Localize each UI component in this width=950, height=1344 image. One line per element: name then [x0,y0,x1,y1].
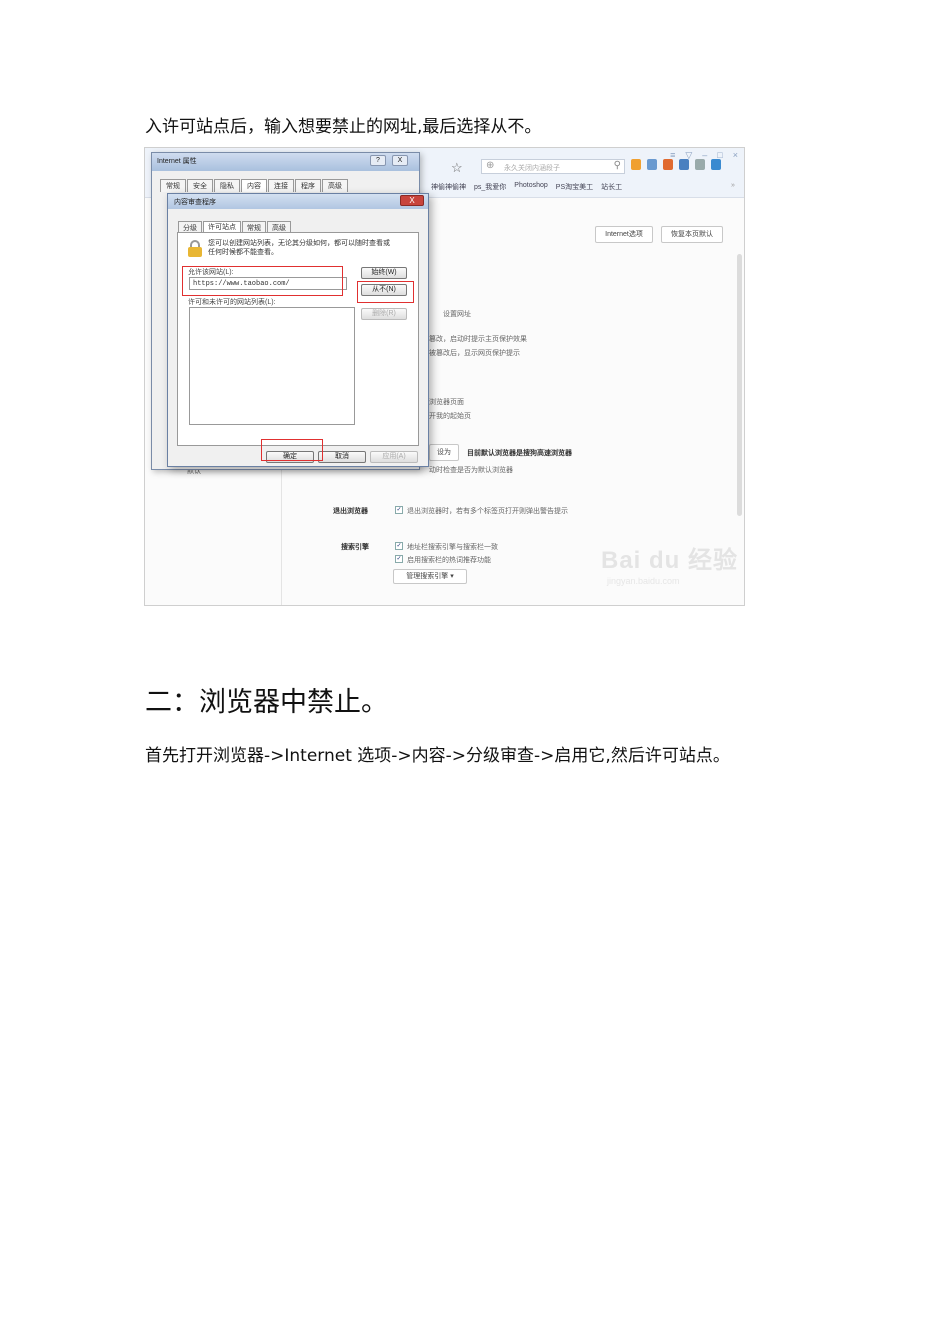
startup-text: 浏览器页面 [429,399,464,406]
manage-search-button[interactable]: 管理搜索引擎 ▾ [393,569,467,584]
exit-warning-checkbox[interactable]: ✓ [395,506,403,514]
always-button[interactable]: 始终(W) [361,267,407,279]
bookmark-item[interactable]: 站长工 [601,182,622,192]
highlight-never-button [357,281,414,303]
exit-browser-label: 退出浏览器 [333,508,368,515]
search-engine-icon: ⊕ [486,160,495,171]
internet-options-titlebar: Internet 属性 ? X [152,153,419,171]
restore-home-button[interactable]: 恢复本页默认 [661,226,723,243]
search-icon[interactable]: ⚲ [614,160,621,171]
baidu-watermark: Bai du 经验 [601,547,739,574]
close-icon[interactable]: × [733,150,738,161]
section-heading: 二：浏览器中禁止。 [145,687,388,718]
content-advisor-titlebar: 内容审查程序 [168,194,428,209]
lock-icon [186,239,204,257]
bookmarks-bar: 神偷神偷神 ps_我爱你 Photoshop PS淘宝美工 站长工 [431,182,622,192]
manage-search-label: 管理搜索引擎 [406,573,449,580]
favorite-star-icon[interactable]: ☆ [451,160,463,176]
approved-sites-panel: 您可以创建网站列表，无论其分级如何，都可以随时查看或 任何时候都不能查看。 允许… [177,232,419,446]
description-line: 任何时候都不能查看。 [208,249,278,256]
highlight-site-input [182,266,343,296]
help-button[interactable]: ? [370,155,386,166]
internet-options-tabs: 常规 安全 隐私 内容 连接 程序 高级 [160,179,349,192]
instruction-paragraph: 首先打开浏览器->Internet 选项->内容->分级审查->启用它,然后许可… [145,746,730,766]
hotword-checkbox[interactable]: ✓ [395,555,403,563]
content-advisor-dialog: 内容审查程序 X 分级 许可站点 常规 高级 您可以创建网站列表，无论其分级如何… [167,193,429,467]
tab-content[interactable]: 内容 [241,179,267,192]
search-input[interactable]: ⊕ 永久关闭内涵段子 ⚲ [481,159,625,174]
search-sync-text: 地址栏搜索引擎与搜索栏一致 [407,544,498,551]
home-protect-text: 篡改，启动时提示主页保护效果 [429,336,527,343]
tab-advanced[interactable]: 高级 [322,179,348,192]
remove-button[interactable]: 删除(R) [361,308,407,320]
extension-icon[interactable] [647,159,657,170]
tab-connections[interactable]: 连接 [268,179,294,192]
close-button[interactable]: X [392,155,408,166]
search-placeholder: 永久关闭内涵段子 [504,165,560,172]
exit-warning-text: 退出浏览器时，若有多个标签页打开则弹出警告提示 [407,508,568,515]
site-list-label: 许可和未许可的网站列表(L): [188,299,276,306]
internet-options-button[interactable]: Internet选项 [595,226,653,243]
default-browser-check-text: 动时检查是否为默认浏览器 [429,467,513,474]
bookmark-item[interactable]: PS淘宝美工 [556,182,593,192]
screenshot-figure: ≡ ▽ – □ × ☆ ⊕ 永久关闭内涵段子 ⚲ 神偷神偷神 ps_我爱你 Ph… [144,147,745,606]
content-advisor-title: 内容审查程序 [174,199,216,206]
page-scrollbar[interactable] [737,254,742,516]
bookmark-item[interactable]: 神偷神偷神 [431,182,466,192]
highlight-ok-button [261,439,323,461]
home-protect-text: 被篡改后，显示网页保护提示 [429,350,520,357]
extension-icon[interactable] [663,159,673,170]
site-list[interactable] [189,307,355,425]
bookmark-item[interactable]: ps_我爱你 [474,182,506,192]
search-engine-label: 搜索引擎 [341,544,369,551]
tab-security[interactable]: 安全 [187,179,213,192]
cancel-button[interactable]: 取消 [318,451,366,463]
instruction-paragraph: 入许可站点后，输入想要禁止的网址,最后选择从不。 [145,117,542,137]
set-url-link[interactable]: 设置网址 [443,309,471,319]
tab-programs[interactable]: 程序 [295,179,321,192]
internet-options-title: Internet 属性 [157,158,197,165]
apply-button[interactable]: 应用(A) [370,451,418,463]
tab-privacy[interactable]: 隐私 [214,179,240,192]
hotword-text: 启用搜索栏的热词推荐功能 [407,557,491,564]
bookmarks-more-icon[interactable]: » [731,182,735,189]
dialog-close-button[interactable]: X [400,195,424,206]
default-browser-text: 目前默认浏览器是搜狗高速浏览器 [467,450,572,457]
startup-text: 开我的起始页 [429,413,471,420]
extension-icon[interactable] [679,159,689,170]
extension-icon[interactable] [695,159,705,170]
download-icon[interactable] [711,159,721,170]
approved-sites-description: 您可以创建网站列表，无论其分级如何，都可以随时查看或 任何时候都不能查看。 [208,239,390,257]
search-sync-checkbox[interactable]: ✓ [395,542,403,550]
description-line: 您可以创建网站列表，无论其分级如何，都可以随时查看或 [208,240,390,247]
bookmark-item[interactable]: Photoshop [514,182,547,192]
extension-icon[interactable] [631,159,641,170]
set-default-button[interactable]: 设为 [429,444,459,461]
toolbar-icons [631,159,721,170]
watermark-url: jingyan.baidu.com [607,576,680,586]
tab-general[interactable]: 常规 [160,179,186,192]
